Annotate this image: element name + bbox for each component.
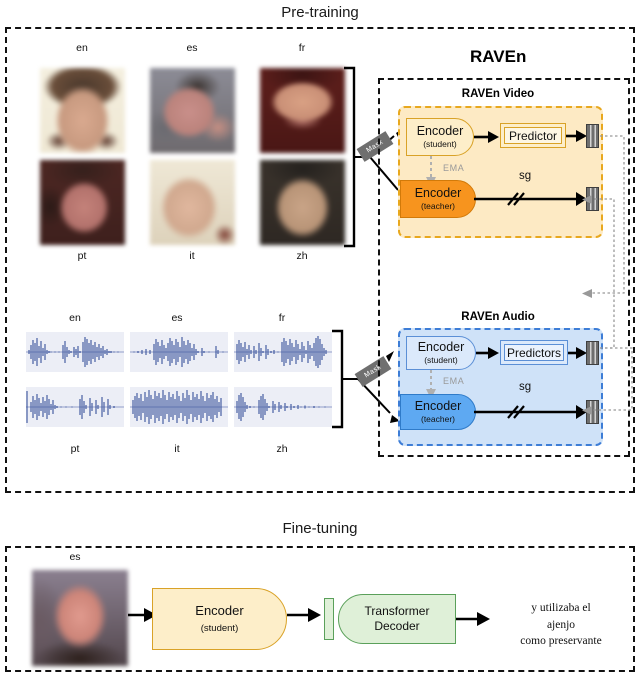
video-lang-label-zh: zh [296, 250, 308, 262]
finetuning-encoder-role: (student) [200, 623, 239, 635]
waveform-es [130, 332, 228, 372]
pretraining-title: Pre-training [281, 4, 359, 21]
video-teacher-encoder-label: Encoder [414, 185, 462, 200]
audio-student-encoder-role: (student) [424, 355, 458, 366]
audio-student-to-predictor-arrow [476, 347, 499, 359]
decoder-input-bar [324, 598, 334, 640]
finetuning-output-arrow [456, 612, 490, 626]
finetuning-face-thumbnail [32, 570, 128, 666]
finetuning-encoder-label: Encoder [195, 602, 244, 618]
video-teacher-encoder[interactable]: Encoder (teacher) [400, 180, 476, 218]
video-lang-label-es: es [186, 42, 198, 54]
cross-modal-loss-connections [582, 135, 633, 415]
waveform-zh [234, 387, 332, 427]
face-thumbnail-fr [260, 68, 345, 153]
audio-predictor-to-feature-arrow [568, 347, 587, 359]
waveform-en [26, 332, 124, 372]
transformer-decoder-label-line1: Transformer [364, 604, 430, 618]
audio-predictor-label: Predictors [506, 345, 562, 360]
video-student-encoder-role: (student) [423, 139, 457, 150]
video-teacher-encoder-role: (teacher) [420, 201, 455, 212]
video-student-encoder-label: Encoder [416, 123, 464, 138]
video-lang-label-it: it [189, 250, 195, 262]
waveform-pt [26, 387, 124, 427]
finetuning-encoder[interactable]: Encoder (student) [152, 588, 287, 650]
video-stopgrad-label: sg [519, 170, 532, 182]
finetuning-title: Fine-tuning [282, 520, 358, 537]
audio-teacher-encoder-role: (teacher) [420, 414, 455, 425]
output-line-3: como preservante [520, 635, 602, 648]
audio-lang-label-en: en [69, 312, 81, 324]
face-thumbnail-es [150, 68, 235, 153]
audio-teacher-encoder-label: Encoder [414, 398, 462, 413]
video-student-to-predictor-arrow [474, 131, 499, 143]
video-lang-label-en: en [76, 42, 88, 54]
output-line-1: y utilizaba el [531, 602, 591, 614]
face-thumbnail-it [150, 160, 235, 245]
audio-lang-label-es: es [171, 312, 183, 324]
video-teacher-to-feature-arrow [474, 192, 587, 206]
raven-title: RAVEn [470, 47, 527, 66]
audio-student-encoder[interactable]: Encoder (student) [406, 336, 476, 370]
finetuning-encoder-to-decoder-arrow [287, 608, 321, 622]
face-thumbnail-pt [40, 160, 125, 245]
face-thumbnail-zh [260, 160, 345, 245]
output-line-2: ajenjo [546, 618, 576, 631]
video-predictor-label: Predictor [508, 128, 558, 143]
video-student-encoder[interactable]: Encoder (student) [406, 118, 474, 156]
video-ema-label: EMA [443, 163, 465, 173]
finetuning-output-text: y utilizaba el ajenjo como preservante [496, 600, 626, 650]
audio-ema-label: EMA [443, 376, 465, 386]
audio-predictor[interactable]: Predictors [500, 340, 568, 365]
finetuning-lang-label-es: es [69, 551, 81, 563]
raven-video-title: RAVEn Video [461, 88, 535, 100]
video-lang-label-fr: fr [298, 42, 306, 54]
waveform-it [130, 387, 228, 427]
audio-lang-label-zh: zh [276, 443, 288, 455]
audio-student-encoder-label: Encoder [417, 339, 465, 354]
waveform-fr [234, 332, 332, 372]
audio-lang-label-pt: pt [70, 443, 80, 455]
audio-lang-label-it: it [174, 443, 180, 455]
face-thumbnail-en [40, 68, 125, 153]
transformer-decoder[interactable]: Transformer Decoder [338, 594, 456, 644]
raven-audio-title: RAVEn Audio [461, 311, 535, 323]
audio-stopgrad-label: sg [519, 381, 532, 393]
transformer-decoder-label-line2: Decoder [374, 619, 420, 633]
audio-lang-label-fr: fr [278, 312, 286, 324]
audio-teacher-encoder[interactable]: Encoder (teacher) [400, 394, 476, 430]
video-predictor[interactable]: Predictor [500, 123, 566, 148]
audio-teacher-to-feature-arrow [474, 405, 587, 419]
video-lang-label-pt: pt [77, 250, 87, 262]
video-predictor-to-feature-arrow [566, 130, 587, 142]
